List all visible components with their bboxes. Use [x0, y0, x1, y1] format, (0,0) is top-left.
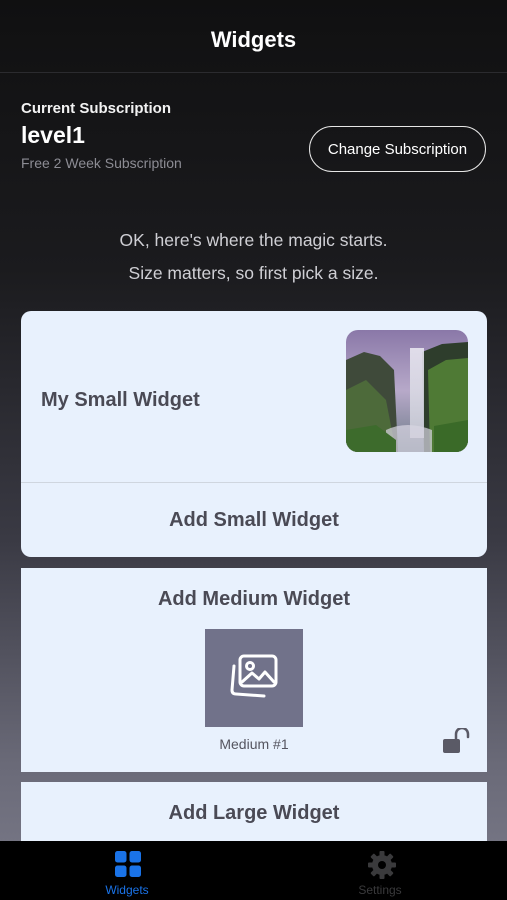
subscription-caption: Current Subscription — [21, 100, 172, 117]
intro-line-2: Size matters, so first pick a size. — [128, 263, 379, 283]
intro-line-1: OK, here's where the magic starts. — [119, 230, 388, 250]
waterfall-thumbnail — [346, 330, 468, 452]
gear-icon — [367, 850, 397, 885]
subscription-description: Free 2 Week Subscription — [21, 155, 182, 171]
grid-icon — [114, 850, 142, 883]
medium-widget-card: Add Medium Widget Medium #1 — [21, 568, 487, 772]
add-small-widget-button[interactable]: Add Small Widget — [21, 483, 487, 557]
tab-settings-label: Settings — [358, 883, 402, 897]
navigation-bar: Widgets — [0, 20, 507, 73]
photo-placeholder-icon — [228, 652, 280, 705]
small-widget-card: My Small Widget Add Small Widget — [21, 311, 487, 557]
small-widget-name: My Small Widget — [41, 389, 200, 411]
large-widget-card: Add Large Widget — [21, 782, 487, 842]
medium-widget-tile[interactable] — [205, 629, 303, 727]
tab-settings[interactable]: Settings — [320, 841, 440, 900]
medium-item-caption: Medium #1 — [219, 736, 289, 752]
change-subscription-button[interactable]: Change Subscription — [309, 126, 486, 172]
tab-bar: Widgets Settings — [0, 841, 507, 900]
tab-widgets[interactable]: Widgets — [67, 841, 187, 900]
subscription-level: level1 — [21, 122, 85, 148]
tab-widgets-label: Widgets — [105, 883, 149, 897]
unlock-icon — [442, 726, 470, 759]
subscription-info: Current Subscription level1 Free 2 Week … — [21, 100, 182, 171]
add-medium-widget-button[interactable]: Add Medium Widget — [21, 588, 487, 611]
my-small-widget-row[interactable]: My Small Widget — [21, 311, 487, 482]
intro-text: OK, here's where the magic starts. Size … — [0, 224, 507, 290]
page-title: Widgets — [210, 27, 297, 52]
status-bar — [0, 0, 507, 20]
add-large-widget-button[interactable]: Add Large Widget — [21, 802, 487, 825]
